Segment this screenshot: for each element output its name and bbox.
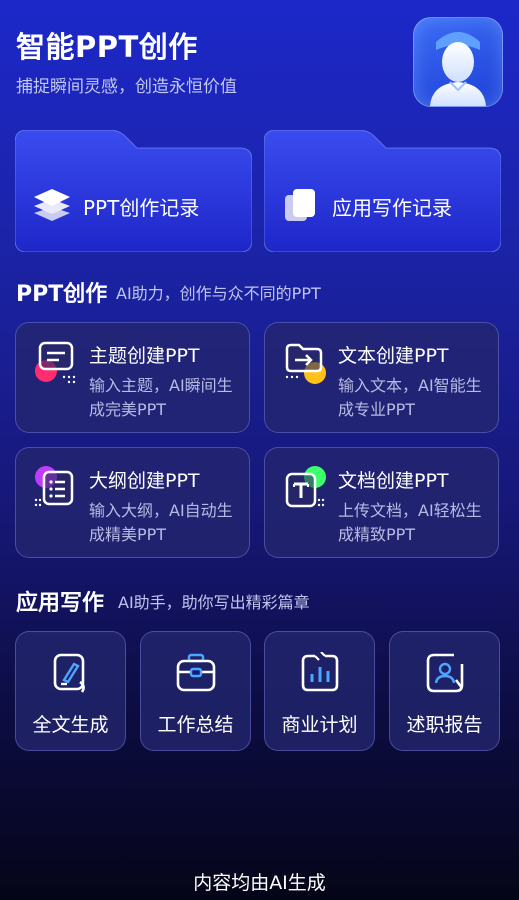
user-avatar-icon <box>430 32 486 106</box>
work-summary-tile[interactable]: 工作总结 <box>140 631 251 751</box>
writing-section-subtitle: AI助手，助你写出精彩篇章 <box>118 593 310 612</box>
user-report-icon <box>424 652 466 694</box>
card-title: 大纲创建PPT <box>89 470 200 492</box>
card-title: 主题创建PPT <box>89 345 200 367</box>
page-subtitle: 捕捉瞬间灵感，创造永恒价值 <box>16 77 237 97</box>
tile-label: 全文生成 <box>32 714 109 736</box>
writing-section-title: 应用写作 <box>16 591 105 616</box>
ai-disclaimer-footer: 内容均由AI生成 <box>193 872 326 894</box>
pen-document-icon <box>50 652 92 694</box>
card-description: 输入文本，AI智能生成专业PPT <box>338 376 482 419</box>
card-title: 文档创建PPT <box>338 470 449 492</box>
outline-list-icon <box>34 466 78 510</box>
writing-records-label: 应用写作记录 <box>332 196 452 220</box>
layers-icon <box>32 185 72 225</box>
card-description: 输入大纲，AI自动生成精美PPT <box>89 501 233 544</box>
ppt-section-subtitle: AI助力，创作与众不同的PPT <box>116 284 321 303</box>
card-title: 文本创建PPT <box>338 345 449 367</box>
outline-create-ppt-card[interactable]: 大纲创建PPT 输入大纲，AI自动生成精美PPT <box>15 447 250 558</box>
tile-label: 工作总结 <box>157 714 234 736</box>
writing-records-button[interactable]: 应用写作记录 <box>264 130 501 252</box>
text-create-ppt-card[interactable]: 文本创建PPT 输入文本，AI智能生成专业PPT <box>264 322 499 433</box>
topic-create-ppt-card[interactable]: 主题创建PPT 输入主题，AI瞬间生成完美PPT <box>15 322 250 433</box>
chat-bubble-icon <box>34 341 78 385</box>
tile-label: 述职报告 <box>406 714 483 736</box>
document-create-ppt-card[interactable]: 文档创建PPT 上传文档，AI轻松生成精致PPT <box>264 447 499 558</box>
text-document-icon <box>283 466 327 510</box>
avatar[interactable] <box>413 17 503 107</box>
bar-chart-icon <box>299 651 341 694</box>
ppt-records-button[interactable]: PPT创作记录 <box>15 130 252 252</box>
full-text-generation-tile[interactable]: 全文生成 <box>15 631 126 751</box>
card-description: 输入主题，AI瞬间生成完美PPT <box>89 376 233 419</box>
documents-stack-icon <box>281 185 321 225</box>
ppt-records-label: PPT创作记录 <box>83 196 200 220</box>
tile-label: 商业计划 <box>281 714 358 736</box>
ppt-section-title: PPT创作 <box>16 282 108 307</box>
performance-report-tile[interactable]: 述职报告 <box>389 631 500 751</box>
card-description: 上传文档，AI轻松生成精致PPT <box>338 501 482 544</box>
folder-arrow-icon <box>283 341 327 385</box>
page-title: 智能PPT创作 <box>16 30 198 64</box>
business-plan-tile[interactable]: 商业计划 <box>264 631 375 751</box>
briefcase-icon <box>175 652 217 694</box>
